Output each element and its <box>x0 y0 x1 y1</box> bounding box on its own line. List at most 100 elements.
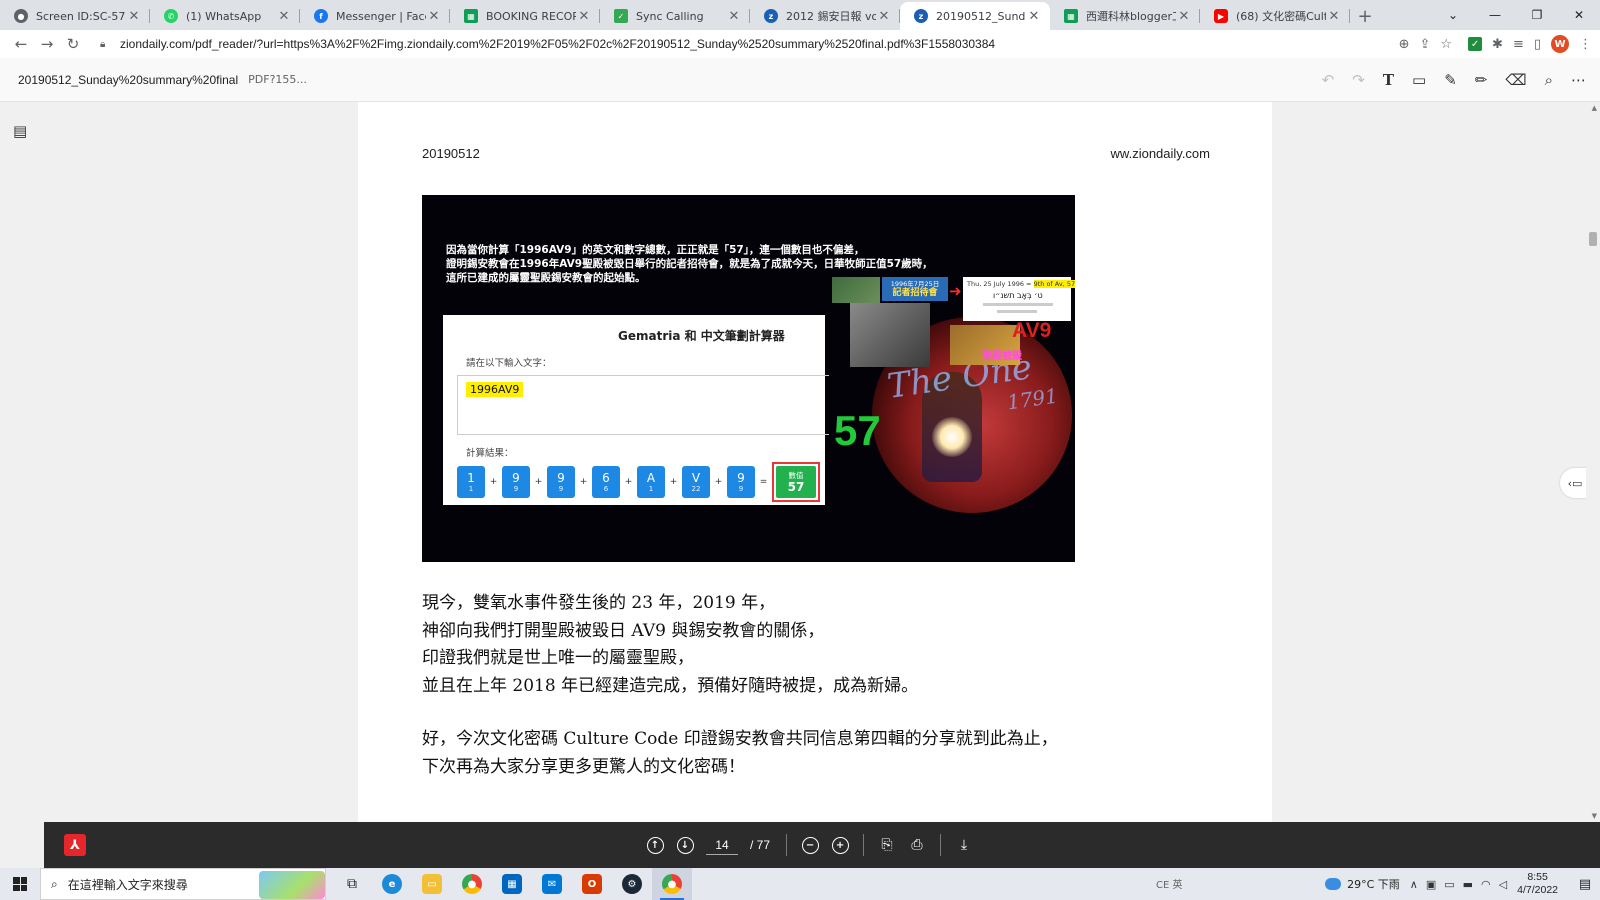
acrobat-logo-icon[interactable]: ⅄ <box>64 834 86 856</box>
fit-width-button[interactable]: ⎙ <box>902 830 932 860</box>
equals-sign: = <box>759 477 768 487</box>
browser-tab[interactable]: ✆ (1) WhatsApp ✕ <box>150 2 300 30</box>
close-window-icon[interactable]: ✕ <box>1558 0 1600 30</box>
next-page-button[interactable]: ↓ <box>670 830 700 860</box>
browser-tab[interactable]: ● Screen ID:SC-573-00 ✕ <box>0 2 150 30</box>
browser-tab[interactable]: z 2012 錫安日報 vol. 48 ✕ <box>750 2 900 30</box>
notification-icon[interactable]: ▤ <box>1570 868 1600 900</box>
minimize-icon[interactable]: — <box>1474 0 1516 30</box>
tile-value: 9 <box>558 484 564 493</box>
search-icon[interactable]: ⌕ <box>1545 71 1553 89</box>
tile-value: 1 <box>468 484 474 493</box>
file-explorer-button[interactable]: ▭ <box>412 868 452 900</box>
chrome-active-button[interactable]: ● <box>652 868 692 900</box>
tab-close-icon[interactable]: ✕ <box>1176 9 1192 24</box>
task-view-button[interactable]: ⧉ <box>332 868 372 900</box>
steam-button[interactable]: ⚙ <box>612 868 652 900</box>
lock-icon[interactable]: 🔒︎ <box>100 39 114 50</box>
total-highlight: 數值 57 <box>772 462 820 502</box>
display-icon[interactable]: ▭ <box>1444 878 1454 891</box>
press-date: 1996年7月25日 <box>890 279 940 288</box>
profile-avatar[interactable]: W <box>1551 35 1569 53</box>
tray-app-icon[interactable]: ▣ <box>1426 878 1436 891</box>
reading-list-icon[interactable]: ≡ <box>1513 37 1524 52</box>
office-button[interactable]: O <box>572 868 612 900</box>
text-line: 好，今次文化密碼 Culture Code 印證錫安教會共同信息第四輯的分享就到… <box>422 729 1058 749</box>
zoom-icon[interactable]: ⊕ <box>1399 37 1410 52</box>
tab-close-icon[interactable]: ✕ <box>876 9 892 24</box>
store-icon: ▦ <box>502 874 522 894</box>
tab-title: Screen ID:SC-573-00 <box>36 9 126 23</box>
restore-icon[interactable]: ❐ <box>1516 0 1558 30</box>
ime-indicator[interactable]: CE 英 <box>1156 876 1182 891</box>
gematria-calculator: Gematria 和 中文筆劃計算器 請在以下輸入文字： 1996AV9 計算結… <box>443 315 829 505</box>
download-icon: ⤓ <box>960 837 968 853</box>
tab-close-icon[interactable]: ✕ <box>726 9 742 24</box>
browser-tab[interactable]: ▶ (68) 文化密碼Culture ✕ <box>1200 2 1350 30</box>
side-panel-icon[interactable]: ▯ <box>1534 37 1541 52</box>
page-thumbnails-icon[interactable]: ▤ <box>13 122 27 140</box>
zoom-out-button[interactable]: − <box>795 830 825 860</box>
youtube-icon: ▶ <box>1214 9 1228 23</box>
browser-toolbar: ← → ↻ 🔒︎ ziondaily.com/pdf_reader/?url=h… <box>0 30 1600 58</box>
more-options-icon[interactable]: ⋯ <box>1571 71 1586 89</box>
draw-pencil-icon[interactable]: ✏ <box>1475 71 1488 89</box>
share-icon[interactable]: ⇪ <box>1419 37 1430 52</box>
browser-tab[interactable]: ▦ 西邇科林blogger工作 ✕ <box>1050 2 1200 30</box>
previous-page-button[interactable]: ↑ <box>640 830 670 860</box>
extension-check-icon[interactable]: ✓ <box>1468 37 1483 51</box>
menu-kebab-icon[interactable]: ⋮ <box>1579 37 1592 52</box>
fit-width-icon: ⎙ <box>911 837 923 853</box>
scroll-up-arrow-icon[interactable]: ▲ <box>1592 104 1597 112</box>
tab-title: Messenger | Facebook <box>336 9 426 23</box>
browser-tab-active[interactable]: z 20190512_Sunday% ✕ <box>900 2 1050 30</box>
fit-page-button[interactable]: ⎘ <box>872 830 902 860</box>
bookmark-star-icon[interactable]: ☆ <box>1440 37 1452 52</box>
forward-arrow-icon[interactable]: → <box>34 31 60 57</box>
edge-button[interactable]: e <box>372 868 412 900</box>
comment-icon[interactable]: ▭ <box>1412 71 1426 89</box>
scrollbar-thumb[interactable] <box>1589 232 1597 246</box>
browser-tab[interactable]: f Messenger | Facebook ✕ <box>300 2 450 30</box>
tab-close-icon[interactable]: ✕ <box>1026 9 1042 24</box>
address-bar[interactable]: 🔒︎ ziondaily.com/pdf_reader/?url=https%3… <box>92 32 1469 56</box>
back-arrow-icon[interactable]: ← <box>8 31 34 57</box>
download-button[interactable]: ⤓ <box>949 830 979 860</box>
tab-close-icon[interactable]: ✕ <box>1326 9 1342 24</box>
weather-widget[interactable]: 29°C 下雨 <box>1325 876 1400 892</box>
chevron-up-icon[interactable]: ∧ <box>1410 878 1418 891</box>
redo-icon[interactable]: ↷ <box>1352 71 1365 89</box>
start-button[interactable] <box>0 868 40 900</box>
browser-tab[interactable]: ▦ BOOKING RECORD - ✕ <box>450 2 600 30</box>
tab-close-icon[interactable]: ✕ <box>426 9 442 24</box>
undo-icon[interactable]: ↶ <box>1322 71 1335 89</box>
highlight-pen-icon[interactable]: ✎ <box>1444 71 1457 89</box>
battery-icon[interactable]: ▬ <box>1463 878 1473 891</box>
total-value: 57 <box>787 479 805 494</box>
url-text[interactable]: ziondaily.com/pdf_reader/?url=https%3A%2… <box>120 37 1399 51</box>
reload-icon[interactable]: ↻ <box>60 31 86 57</box>
taskbar-clock[interactable]: 8:55 4/7/2022 <box>1517 871 1558 897</box>
tile-value: 6 <box>603 484 609 493</box>
text-tool-icon[interactable]: T <box>1383 71 1394 89</box>
chrome-button[interactable]: ● <box>452 868 492 900</box>
volume-icon[interactable]: ◁ <box>1499 878 1507 891</box>
vertical-scrollbar[interactable]: ▲ ▼ <box>1586 102 1600 822</box>
zoom-in-button[interactable]: + <box>825 830 855 860</box>
pdf-viewer[interactable]: 20190512 ww.ziondaily.com 因為當你計算「1996AV9… <box>44 102 1600 822</box>
new-tab-button[interactable]: + <box>1350 2 1380 30</box>
extensions-puzzle-icon[interactable]: ✱ <box>1492 37 1503 52</box>
tab-search-icon[interactable]: ⌄ <box>1432 0 1474 30</box>
wifi-icon[interactable]: ◠ <box>1481 878 1491 891</box>
mail-button[interactable]: ✉ <box>532 868 572 900</box>
scroll-down-arrow-icon[interactable]: ▼ <box>1592 812 1597 820</box>
eraser-icon[interactable]: ⌫ <box>1505 71 1526 89</box>
system-tray: 29°C 下雨 ∧ ▣ ▭ ▬ ◠ ◁ 8:55 4/7/2022 ▤ <box>1325 868 1600 900</box>
page-number-input[interactable] <box>706 835 738 855</box>
tab-close-icon[interactable]: ✕ <box>576 9 592 24</box>
browser-tab[interactable]: ✓ Sync Calling ✕ <box>600 2 750 30</box>
tab-close-icon[interactable]: ✕ <box>276 9 292 24</box>
store-button[interactable]: ▦ <box>492 868 532 900</box>
tab-close-icon[interactable]: ✕ <box>126 9 142 24</box>
taskbar-search[interactable]: ⌕ 在這裡輸入文字來搜尋 <box>40 868 326 900</box>
